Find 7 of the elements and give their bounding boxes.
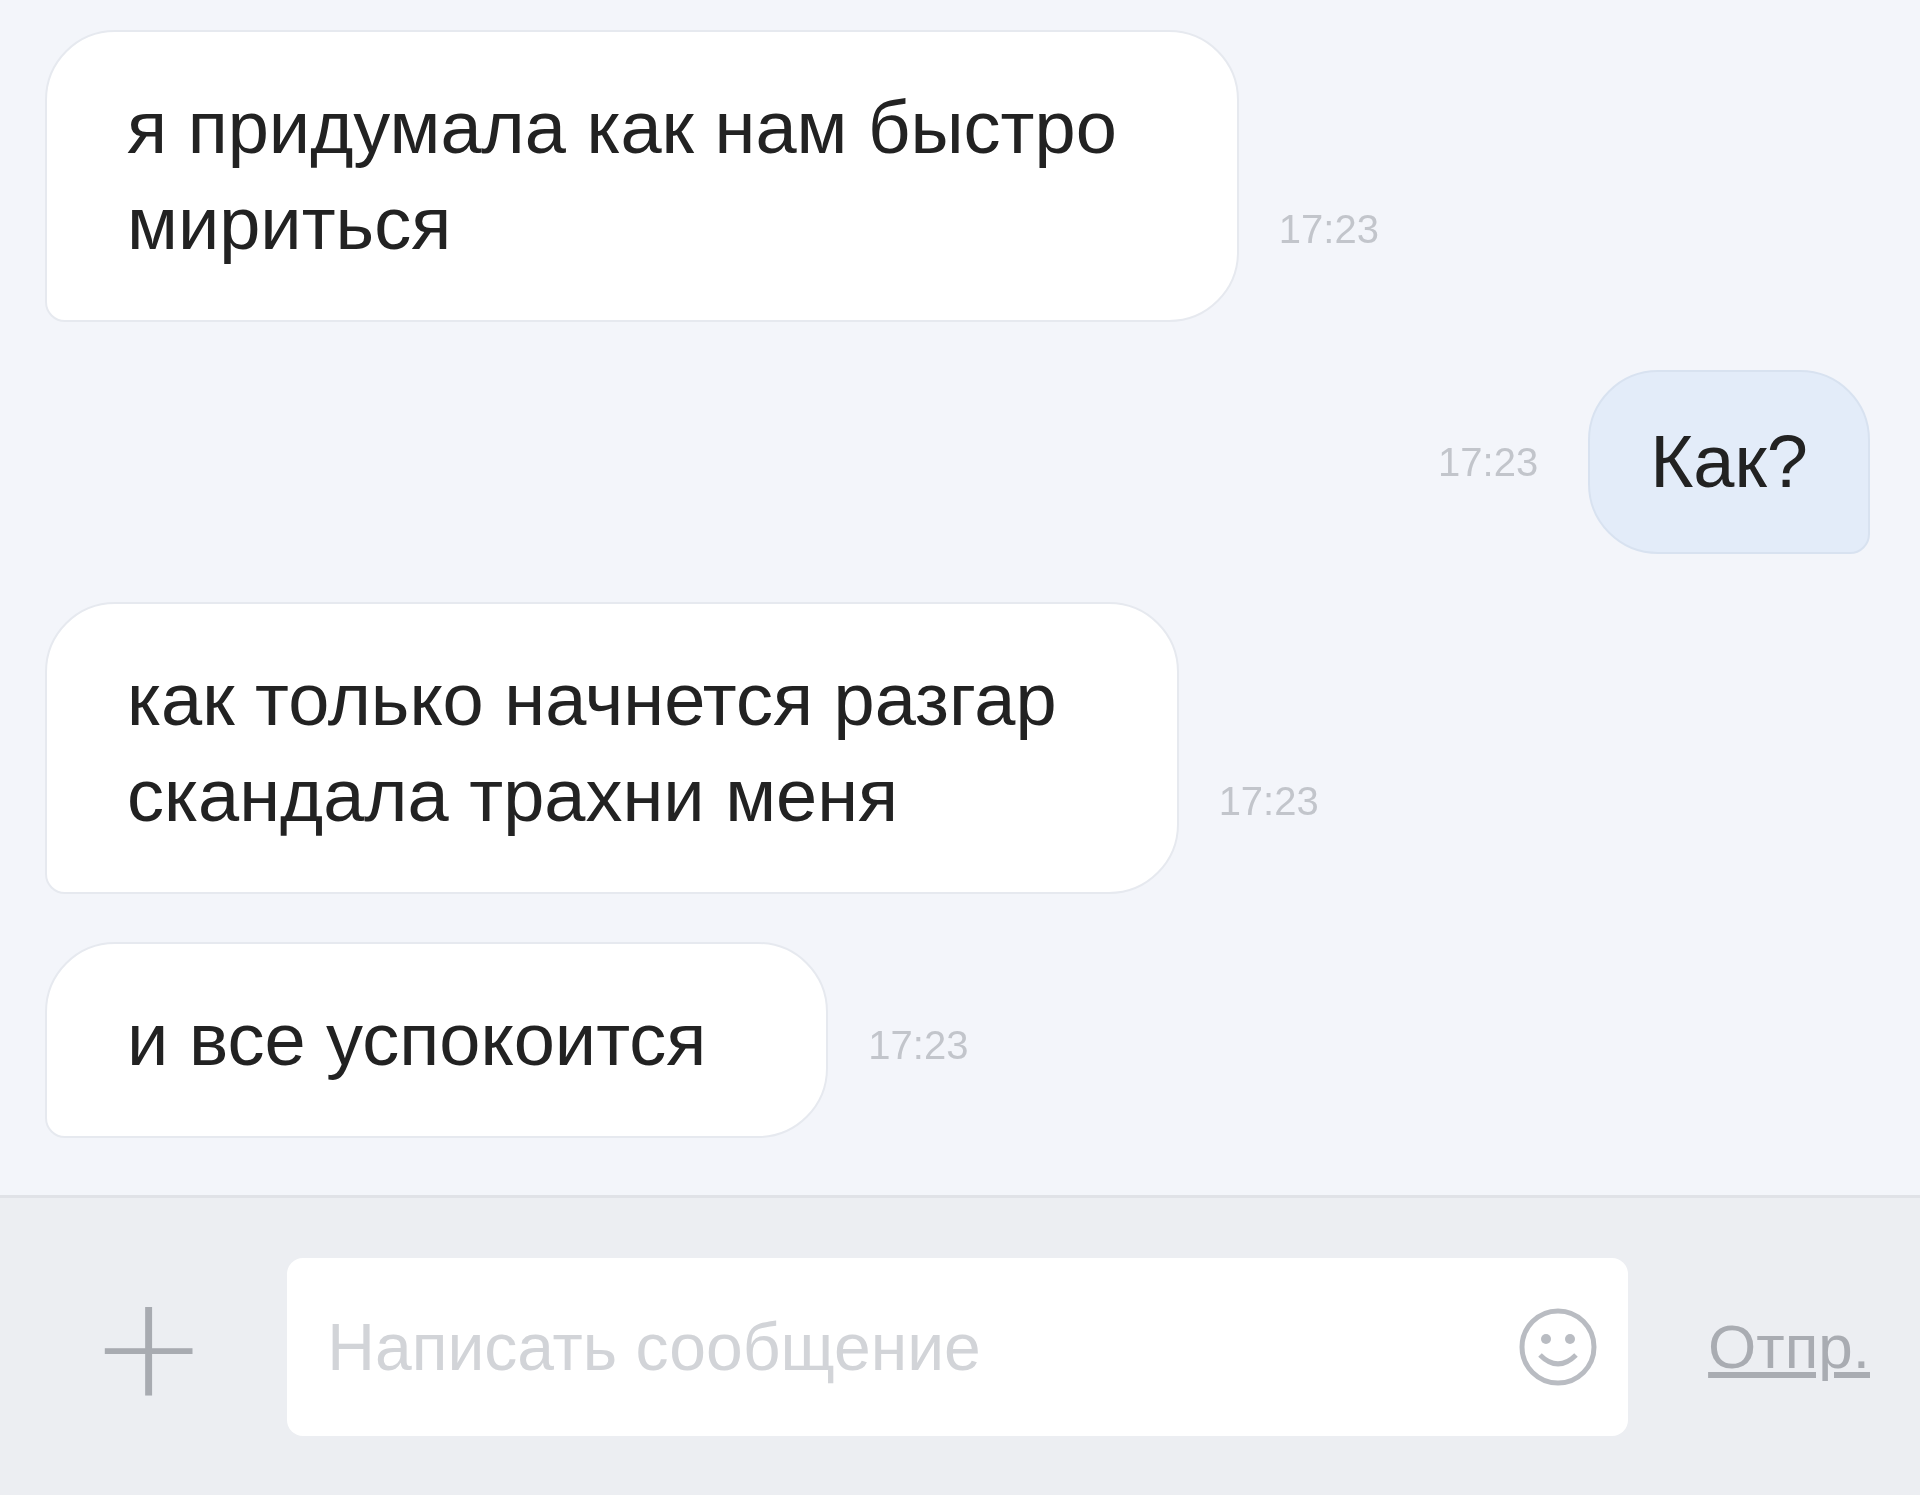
- smiley-icon[interactable]: [1518, 1306, 1599, 1387]
- message-bubble: и все успокоится: [45, 942, 829, 1138]
- message-bubble: я придумала как нам быстро мириться: [45, 30, 1239, 322]
- send-link[interactable]: Отпр.: [1708, 1311, 1870, 1382]
- message-bubble: как только начнется разгар скандала трахни меня: [45, 602, 1179, 894]
- attach-button[interactable]: +: [90, 1276, 208, 1417]
- message-bubble: Как?: [1588, 370, 1870, 554]
